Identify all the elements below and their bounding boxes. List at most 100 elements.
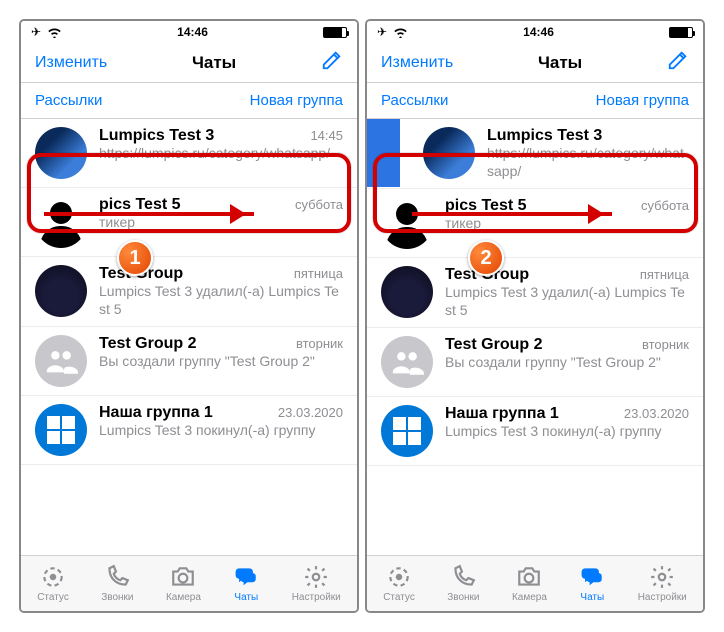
chat-preview: тикер [445, 215, 689, 233]
tab-chats[interactable]: Чаты [233, 564, 259, 603]
swipe-action-unread[interactable] [367, 119, 403, 187]
chat-name: Наша группа 1 [445, 405, 559, 423]
tab-camera[interactable]: Камера [166, 564, 201, 603]
annotation-arrow-icon [412, 212, 612, 216]
step-badge: 1 [117, 240, 153, 276]
chat-preview: Lumpics Test 3 покинул(-а) группу [445, 423, 689, 441]
chat-preview: https://lumpics.ru/category/whatsapp/ [99, 145, 343, 163]
chat-name: Lumpics Test 3 [487, 127, 602, 145]
chat-preview: Вы создали группу "Test Group 2" [99, 353, 343, 371]
status-bar: ✈ 14:46 [367, 21, 703, 43]
compose-icon [667, 49, 689, 71]
chat-row[interactable]: Наша группа 1 23.03.2020 Lumpics Test 3 п… [367, 397, 703, 466]
avatar [423, 127, 475, 179]
avatar [381, 197, 433, 249]
airplane-icon: ✈ [377, 25, 387, 39]
chat-time: суббота [641, 198, 689, 213]
chat-row[interactable]: Lumpics Test 3 14:45 https://lumpics.ru/c… [21, 119, 357, 188]
phone-icon [104, 564, 130, 590]
chat-row[interactable]: Test Group 2 вторник Вы создали группу "T… [367, 328, 703, 397]
page-title: Чаты [192, 53, 236, 73]
tab-chats[interactable]: Чаты [579, 564, 605, 603]
phone-frame-left: ✈ 14:46 Изменить Чаты Рассылки Новая гру… [19, 19, 359, 613]
sub-nav: Рассылки Новая группа [367, 83, 703, 119]
tab-status[interactable]: Статус [37, 564, 69, 603]
chat-preview: Lumpics Test 3 покинул(-а) группу [99, 422, 343, 440]
gear-icon [303, 564, 329, 590]
chat-time: пятница [294, 266, 343, 281]
broadcasts-link[interactable]: Рассылки [35, 92, 102, 109]
edit-button[interactable]: Изменить [381, 54, 453, 72]
avatar [381, 405, 433, 457]
chat-row[interactable]: Наша группа 1 23.03.2020 Lumpics Test 3 п… [21, 396, 357, 465]
avatar [381, 266, 433, 318]
chat-name: Test Group 2 [99, 335, 197, 353]
page-title: Чаты [538, 53, 582, 73]
tab-calls[interactable]: Звонки [101, 564, 133, 603]
tab-camera[interactable]: Камера [512, 564, 547, 603]
avatar [35, 404, 87, 456]
chat-time: 23.03.2020 [624, 406, 689, 421]
chat-row[interactable]: Test Group 2 вторник Вы создали группу "T… [21, 327, 357, 396]
avatar [381, 336, 433, 388]
chats-icon [579, 564, 605, 590]
avatar [35, 265, 87, 317]
chat-row-swiped[interactable]: Lumpics Test 3. https://lumpics.ru/categ… [367, 119, 703, 189]
battery-icon [669, 27, 693, 38]
chat-preview: тикер [99, 214, 343, 232]
sub-nav: Рассылки Новая группа [21, 83, 357, 119]
chat-time: 23.03.2020 [278, 405, 343, 420]
chat-time: вторник [296, 336, 343, 351]
tab-settings[interactable]: Настройки [638, 564, 687, 603]
compose-button[interactable] [667, 49, 689, 76]
edit-button[interactable]: Изменить [35, 54, 107, 72]
chat-preview: Вы создали группу "Test Group 2" [445, 354, 689, 372]
chat-time: вторник [642, 337, 689, 352]
avatar [35, 127, 87, 179]
chat-row[interactable]: Test Groupпятница Lumpics Test 3 удалил(… [21, 257, 357, 327]
status-time: 14:46 [177, 25, 208, 39]
status-icon [40, 564, 66, 590]
camera-icon [516, 564, 542, 590]
chat-name: Наша группа 1 [99, 404, 213, 422]
phone-screen: ✈ 14:46 Изменить Чаты Рассылки Новая гру… [21, 21, 357, 611]
status-icon [386, 564, 412, 590]
chat-row[interactable]: pics Test 5суббота тикер [21, 188, 357, 257]
tab-settings[interactable]: Настройки [292, 564, 341, 603]
phone-screen: ✈ 14:46 Изменить Чаты Рассылки Новая гру… [367, 21, 703, 611]
annotation-arrow-icon [44, 212, 254, 216]
phone-icon [450, 564, 476, 590]
chat-time: пятница [640, 267, 689, 282]
chat-time: суббота [295, 197, 343, 212]
status-time: 14:46 [523, 25, 554, 39]
avatar [35, 196, 87, 248]
chat-list[interactable]: Lumpics Test 3. https://lumpics.ru/categ… [367, 119, 703, 555]
chat-name: Test Group 2 [445, 336, 543, 354]
status-bar: ✈ 14:46 [21, 21, 357, 43]
airplane-icon: ✈ [31, 25, 41, 39]
wifi-icon [393, 27, 408, 38]
step-badge: 2 [468, 240, 504, 276]
tab-bar: Статус Звонки Камера Чаты Настройки [367, 555, 703, 611]
new-group-link[interactable]: Новая группа [250, 92, 343, 109]
new-group-link[interactable]: Новая группа [596, 92, 689, 109]
tab-bar: Статус Звонки Камера Чаты Настройки [21, 555, 357, 611]
camera-icon [170, 564, 196, 590]
chat-row[interactable]: Test Groupпятница Lumpics Test 3 удалил(… [367, 258, 703, 328]
gear-icon [649, 564, 675, 590]
chat-list[interactable]: Lumpics Test 3 14:45 https://lumpics.ru/c… [21, 119, 357, 555]
compose-button[interactable] [321, 49, 343, 76]
chat-row[interactable]: pics Test 5суббота тикер [367, 189, 703, 258]
chat-name: Lumpics Test 3 [99, 127, 214, 145]
nav-bar: Изменить Чаты [21, 43, 357, 83]
avatar [35, 335, 87, 387]
tab-status[interactable]: Статус [383, 564, 415, 603]
chat-preview: Lumpics Test 3 удалил(-а) Lumpics Test 5 [445, 284, 689, 319]
tab-calls[interactable]: Звонки [447, 564, 479, 603]
broadcasts-link[interactable]: Рассылки [381, 92, 448, 109]
nav-bar: Изменить Чаты [367, 43, 703, 83]
chat-preview: https://lumpics.ru/category/whatsapp/ [487, 145, 689, 180]
phone-frame-right: ✈ 14:46 Изменить Чаты Рассылки Новая гру… [365, 19, 705, 613]
compose-icon [321, 49, 343, 71]
chat-time: 14:45 [310, 128, 343, 143]
